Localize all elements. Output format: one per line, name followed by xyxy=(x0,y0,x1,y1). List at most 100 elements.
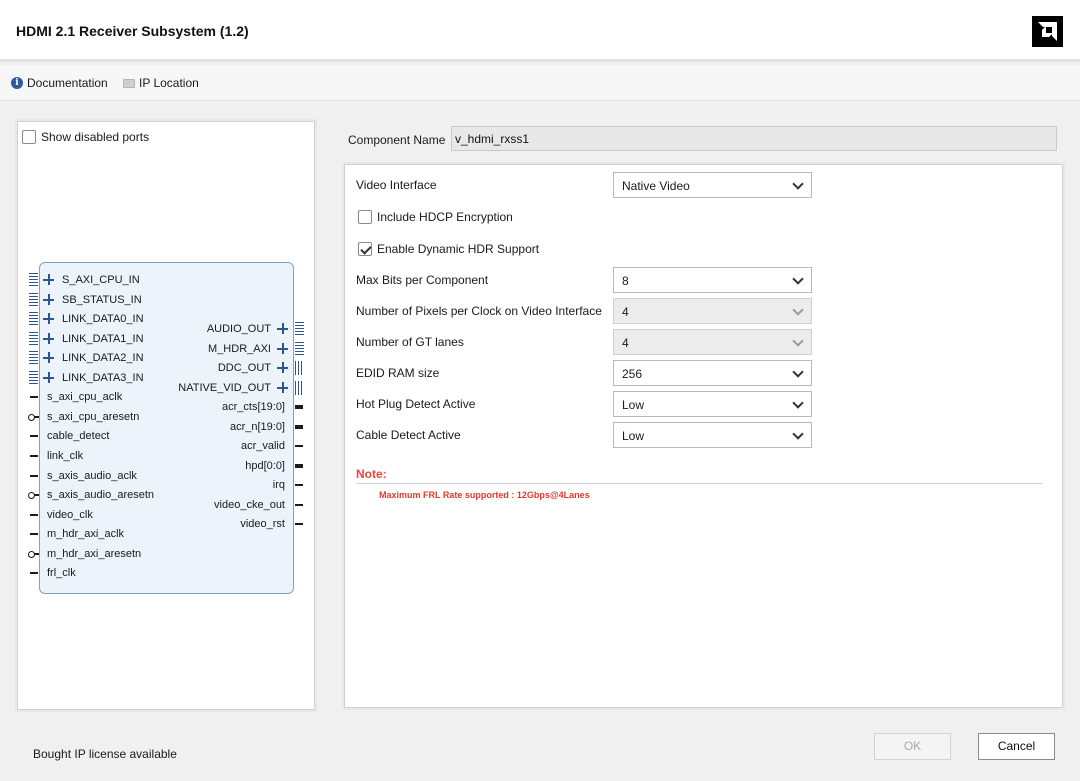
toolbar: i Documentation IP Location xyxy=(0,65,1080,101)
port-label: LINK_DATA2_IN xyxy=(62,352,144,365)
enable-hdr-checkbox[interactable] xyxy=(358,242,372,256)
port-label: cable_detect xyxy=(47,430,110,443)
expand-bus-icon[interactable] xyxy=(277,342,290,356)
max-bits-select[interactable]: 8 xyxy=(613,267,812,293)
chevron-down-icon xyxy=(792,178,804,190)
edid-ram-select[interactable]: 256 xyxy=(613,360,812,386)
output-pin xyxy=(295,445,303,447)
output-bus-pin xyxy=(295,463,303,468)
port-label: LINK_DATA3_IN xyxy=(62,371,144,384)
show-disabled-ports-label: Show disabled ports xyxy=(41,130,150,144)
video-interface-select[interactable]: Native Video xyxy=(613,172,812,198)
bus-interface-icon xyxy=(29,331,38,346)
output-pin xyxy=(295,484,303,486)
port-label: video_rst xyxy=(240,518,285,530)
port-label: LINK_DATA1_IN xyxy=(62,332,144,345)
chevron-down-icon xyxy=(792,397,804,409)
bus-interface-icon xyxy=(295,380,304,395)
title-bar: HDMI 2.1 Receiver Subsystem (1.2) xyxy=(0,0,1080,62)
gt-lanes-select[interactable]: 4 xyxy=(613,329,812,355)
expand-bus-icon[interactable] xyxy=(43,352,56,365)
expand-bus-icon[interactable] xyxy=(277,323,290,336)
port-label: acr_cts[19:0] xyxy=(222,401,285,413)
pixels-per-clock-label: Number of Pixels per Clock on Video Inte… xyxy=(356,304,602,318)
ip-location-link[interactable]: IP Location xyxy=(123,76,199,90)
bus-interface-icon xyxy=(29,351,38,366)
include-hdcp-checkbox[interactable] xyxy=(358,210,372,224)
chevron-down-icon xyxy=(792,273,804,285)
ok-button[interactable]: OK xyxy=(874,733,951,760)
port-label: link_clk xyxy=(47,449,84,462)
ip-symbol-block: S_AXI_CPU_IN SB_STATUS_IN LINK_DATA0_IN LIN… xyxy=(39,262,294,594)
license-status: Bought IP license available xyxy=(33,747,177,761)
port-label: DDC_OUT xyxy=(217,362,271,374)
documentation-link[interactable]: i Documentation xyxy=(11,76,108,90)
port-label: LINK_DATA0_IN xyxy=(62,313,144,326)
note-title: Note: xyxy=(356,467,387,481)
expand-bus-icon[interactable] xyxy=(277,381,290,395)
note-divider xyxy=(356,483,1042,484)
ip-location-label: IP Location xyxy=(139,76,199,90)
chevron-down-icon xyxy=(792,304,804,316)
expand-bus-icon[interactable] xyxy=(43,313,56,326)
gt-lanes-label: Number of GT lanes xyxy=(356,335,464,349)
expand-bus-icon[interactable] xyxy=(43,293,56,307)
output-bus-pin xyxy=(295,405,303,409)
cancel-button[interactable]: Cancel xyxy=(978,733,1055,760)
active-low-pin xyxy=(28,550,39,558)
port-label: s_axi_cpu_aclk xyxy=(47,391,123,404)
show-disabled-ports-checkbox[interactable] xyxy=(22,130,36,144)
port-label: hpd[0:0] xyxy=(245,459,285,472)
port-label: acr_n[19:0] xyxy=(229,420,285,433)
pixels-per-clock-select[interactable]: 4 xyxy=(613,298,812,324)
component-name-input[interactable] xyxy=(451,126,1057,151)
expand-bus-icon[interactable] xyxy=(43,371,56,385)
expand-bus-icon[interactable] xyxy=(43,274,56,287)
port-label: AUDIO_OUT xyxy=(206,323,271,335)
port-label: frl_clk xyxy=(47,567,76,580)
video-interface-label: Video Interface xyxy=(356,178,437,192)
input-pin xyxy=(30,435,38,438)
active-low-pin xyxy=(28,492,39,500)
port-label: s_axis_audio_aresetn xyxy=(47,489,155,502)
documentation-label: Documentation xyxy=(27,76,108,90)
chevron-down-icon xyxy=(792,335,804,347)
chevron-down-icon xyxy=(792,428,804,440)
enable-hdr-label: Enable Dynamic HDR Support xyxy=(377,242,540,256)
port-label: NATIVE_VID_OUT xyxy=(178,381,271,394)
bus-interface-icon xyxy=(295,361,304,375)
port-label: s_axis_audio_aclk xyxy=(47,469,137,482)
gt-lanes-value: 4 xyxy=(622,336,629,350)
expand-bus-icon[interactable] xyxy=(43,332,56,346)
cable-detect-value: Low xyxy=(622,429,645,443)
port-label: acr_valid xyxy=(240,440,285,452)
hot-plug-select[interactable]: Low xyxy=(613,391,812,417)
info-icon: i xyxy=(11,77,23,89)
input-pin xyxy=(30,513,38,516)
input-pin xyxy=(30,533,38,536)
input-pin xyxy=(30,396,38,399)
active-low-pin xyxy=(28,413,39,421)
output-bus-pin xyxy=(295,424,303,429)
hot-plug-value: Low xyxy=(622,398,645,412)
input-pin xyxy=(30,572,38,575)
max-bits-label: Max Bits per Component xyxy=(356,273,489,287)
symbol-panel: Show disabled ports S_AXI_CPU_IN SB_STATU… xyxy=(15,119,317,712)
video-interface-value: Native Video xyxy=(622,179,690,193)
port-label: irq xyxy=(272,479,285,491)
cable-detect-select[interactable]: Low xyxy=(613,422,812,448)
port-label: SB_STATUS_IN xyxy=(62,293,142,306)
bus-interface-icon xyxy=(29,312,38,327)
include-hdcp-label: Include HDCP Encryption xyxy=(377,210,513,224)
chevron-down-icon xyxy=(792,366,804,378)
output-pin xyxy=(295,503,303,506)
port-label: m_hdr_axi_aresetn xyxy=(47,547,142,560)
bus-interface-icon xyxy=(295,322,304,336)
cable-detect-label: Cable Detect Active xyxy=(356,428,461,442)
edid-ram-label: EDID RAM size xyxy=(356,366,440,380)
expand-bus-icon[interactable] xyxy=(277,362,290,375)
port-label: m_hdr_axi_aclk xyxy=(47,528,125,541)
pixels-per-clock-value: 4 xyxy=(622,305,629,319)
max-bits-value: 8 xyxy=(622,274,629,288)
edid-ram-value: 256 xyxy=(622,367,643,381)
